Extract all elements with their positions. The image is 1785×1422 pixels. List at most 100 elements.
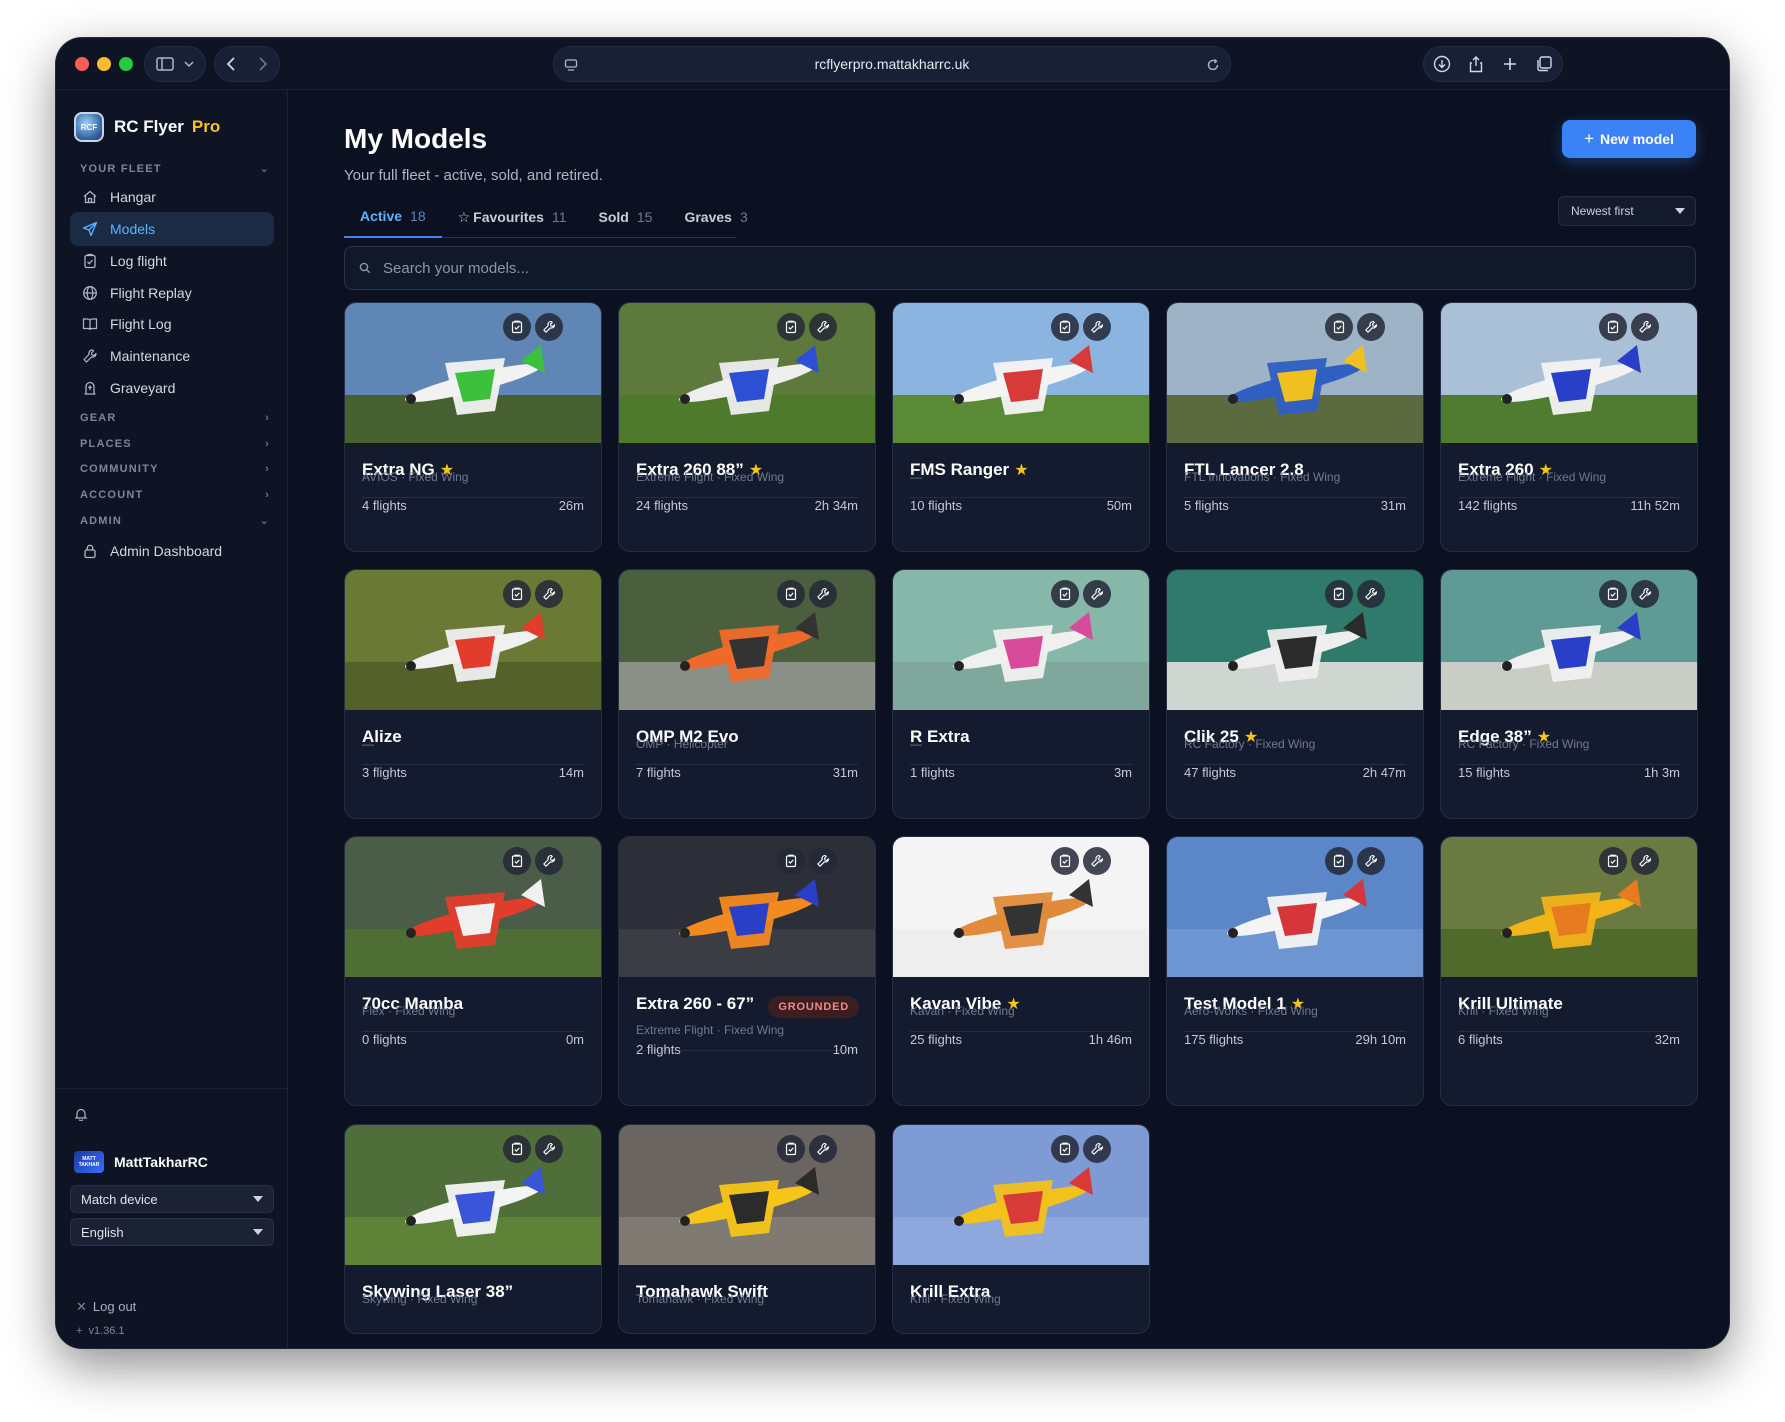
brand[interactable]: RCF RC Flyer Pro [74,112,220,142]
model-card[interactable]: Krill Extra Krill · Fixed Wing [892,1124,1150,1334]
flight-count: 15 flights [1458,765,1511,780]
maintenance-icon[interactable] [1083,313,1111,341]
log-flight-icon[interactable] [1599,847,1627,875]
log-flight-icon[interactable] [1325,313,1353,341]
new-model-button[interactable]: + New model [1562,120,1696,158]
address-bar[interactable]: rcflyerpro.mattakharrc.uk [553,46,1231,82]
tab-sold[interactable]: Sold 15 [583,196,669,238]
sidebar-item-models[interactable]: Models [70,212,274,246]
model-card[interactable]: Extra NG ★ AVIOS · Fixed Wing 4 flights 26m [344,302,602,552]
model-card[interactable]: Clik 25 ★ RC Factory · Fixed Wing 47 flight… [1166,569,1424,819]
chevron-right-icon: › [265,489,270,501]
minimize-window-button[interactable] [97,57,111,71]
maintenance-icon[interactable] [809,1135,837,1163]
maintenance-icon[interactable] [1357,580,1385,608]
log-flight-icon[interactable] [503,580,531,608]
sort-select[interactable]: Newest first [1558,196,1696,226]
maintenance-icon[interactable] [535,1135,563,1163]
new-tab-icon[interactable] [1502,56,1518,72]
log-flight-icon[interactable] [777,1135,805,1163]
search-bar [344,246,1696,290]
log-flight-icon[interactable] [1051,580,1079,608]
sidebar-item-flight-log[interactable]: Flight Log [70,307,274,341]
maintenance-icon[interactable] [1631,847,1659,875]
model-card[interactable]: 70cc Mamba Flex · Fixed Wing 0 flights 0m [344,836,602,1106]
log-flight-icon[interactable] [777,313,805,341]
section-gear[interactable]: GEAR › [80,412,270,424]
bell-icon[interactable] [74,1107,88,1121]
log-flight-icon[interactable] [777,847,805,875]
maintenance-icon[interactable] [1083,847,1111,875]
section-admin[interactable]: ADMIN ⌄ [80,514,270,528]
model-card[interactable]: Edge 38” ★ RC Factory · Fixed Wing 15 fligh… [1440,569,1698,819]
maintenance-icon[interactable] [809,847,837,875]
model-card[interactable]: R Extra — 1 flights 3m [892,569,1150,819]
section-community[interactable]: COMMUNITY › [80,463,270,475]
tab-active[interactable]: Active 18 [344,196,442,238]
maintenance-icon[interactable] [809,580,837,608]
maintenance-icon[interactable] [535,313,563,341]
log-flight-icon[interactable] [1051,313,1079,341]
log-flight-icon[interactable] [1325,580,1353,608]
model-card[interactable]: Skywing Laser 38” Skywing · Fixed Wing [344,1124,602,1334]
theme-select[interactable]: Match device [70,1185,274,1213]
maintenance-icon[interactable] [1631,580,1659,608]
log-flight-icon[interactable] [1599,313,1627,341]
tab-favourites[interactable]: ☆ Favourites 11 [442,196,583,238]
back-icon[interactable] [226,57,236,71]
user-profile[interactable]: MATT TAKHAR MattTakharRC [74,1151,208,1173]
logout-button[interactable]: ✕ Log out [76,1299,136,1315]
model-card[interactable]: FMS Ranger ★ —10 flights 50m [892,302,1150,552]
model-name: Alize [362,726,584,747]
maintenance-icon[interactable] [535,847,563,875]
sidebar-item-log-flight[interactable]: Log flight [70,244,274,278]
reload-icon[interactable] [1206,58,1220,72]
log-flight-icon[interactable] [503,313,531,341]
section-account[interactable]: ACCOUNT › [80,489,270,501]
sidebar-item-graveyard[interactable]: Graveyard [70,371,274,405]
model-card[interactable]: Kavan Vibe ★ Kavan · Fixed Wing 25 flights 1… [892,836,1150,1106]
maintenance-icon[interactable] [1083,580,1111,608]
search-input[interactable] [383,259,1583,277]
model-card[interactable]: OMP M2 Evo OMP · Helicopter 7 flights 31m [618,569,876,819]
sidebar-item-admin-dashboard[interactable]: Admin Dashboard [70,534,274,568]
sidebar-item-flight-replay[interactable]: Flight Replay [70,276,274,310]
close-window-button[interactable] [75,57,89,71]
sidebar-item-label: Flight Log [110,316,172,332]
model-card[interactable]: FTL Lancer 2.8 FTL Innovations · Fixed Wi… [1166,302,1424,552]
favourite-star-icon[interactable]: ★ [1014,462,1028,479]
zoom-window-button[interactable] [119,57,133,71]
log-flight-icon[interactable] [503,1135,531,1163]
log-flight-icon[interactable] [1051,1135,1079,1163]
log-flight-icon[interactable] [1051,847,1079,875]
tab-graves[interactable]: Graves 3 [668,196,763,238]
sidebar-item-maintenance[interactable]: Maintenance [70,339,274,373]
model-card[interactable]: Alize — 3 flights 14m [344,569,602,819]
flight-time: 31m [832,765,858,780]
section-your-fleet[interactable]: YOUR FLEET ⌄ [80,162,270,176]
log-flight-icon[interactable] [1599,580,1627,608]
sidebar-toggle-button[interactable] [144,46,206,82]
tab-overview-icon[interactable] [1535,55,1553,73]
maintenance-icon[interactable] [809,313,837,341]
forward-icon[interactable] [258,57,268,71]
model-card[interactable]: Extra 260 ★ Extreme Flight · Fixed Wing 142… [1440,302,1698,552]
share-icon[interactable] [1468,55,1484,73]
log-flight-icon[interactable] [503,847,531,875]
model-card[interactable]: Extra 260 - 67” GROUNDED Extreme Flight · … [618,836,876,1106]
log-flight-icon[interactable] [1325,847,1353,875]
model-card[interactable]: Extra 260 88” ★ Extreme Flight · Fixed Win… [618,302,876,552]
maintenance-icon[interactable] [1357,313,1385,341]
maintenance-icon[interactable] [1357,847,1385,875]
model-card[interactable]: Krill Ultimate Krill · Fixed Wing 6 flight… [1440,836,1698,1106]
maintenance-icon[interactable] [1631,313,1659,341]
model-card[interactable]: Tomahawk Swift Tomahawk · Fixed Wing [618,1124,876,1334]
section-places[interactable]: PLACES › [80,438,270,450]
language-select[interactable]: English [70,1218,274,1246]
log-flight-icon[interactable] [777,580,805,608]
sidebar-item-hangar[interactable]: Hangar [70,180,274,214]
model-card[interactable]: Test Model 1 ★ Aero-Works · Fixed Wing 175 … [1166,836,1424,1106]
maintenance-icon[interactable] [1083,1135,1111,1163]
download-icon[interactable] [1433,55,1451,73]
maintenance-icon[interactable] [535,580,563,608]
